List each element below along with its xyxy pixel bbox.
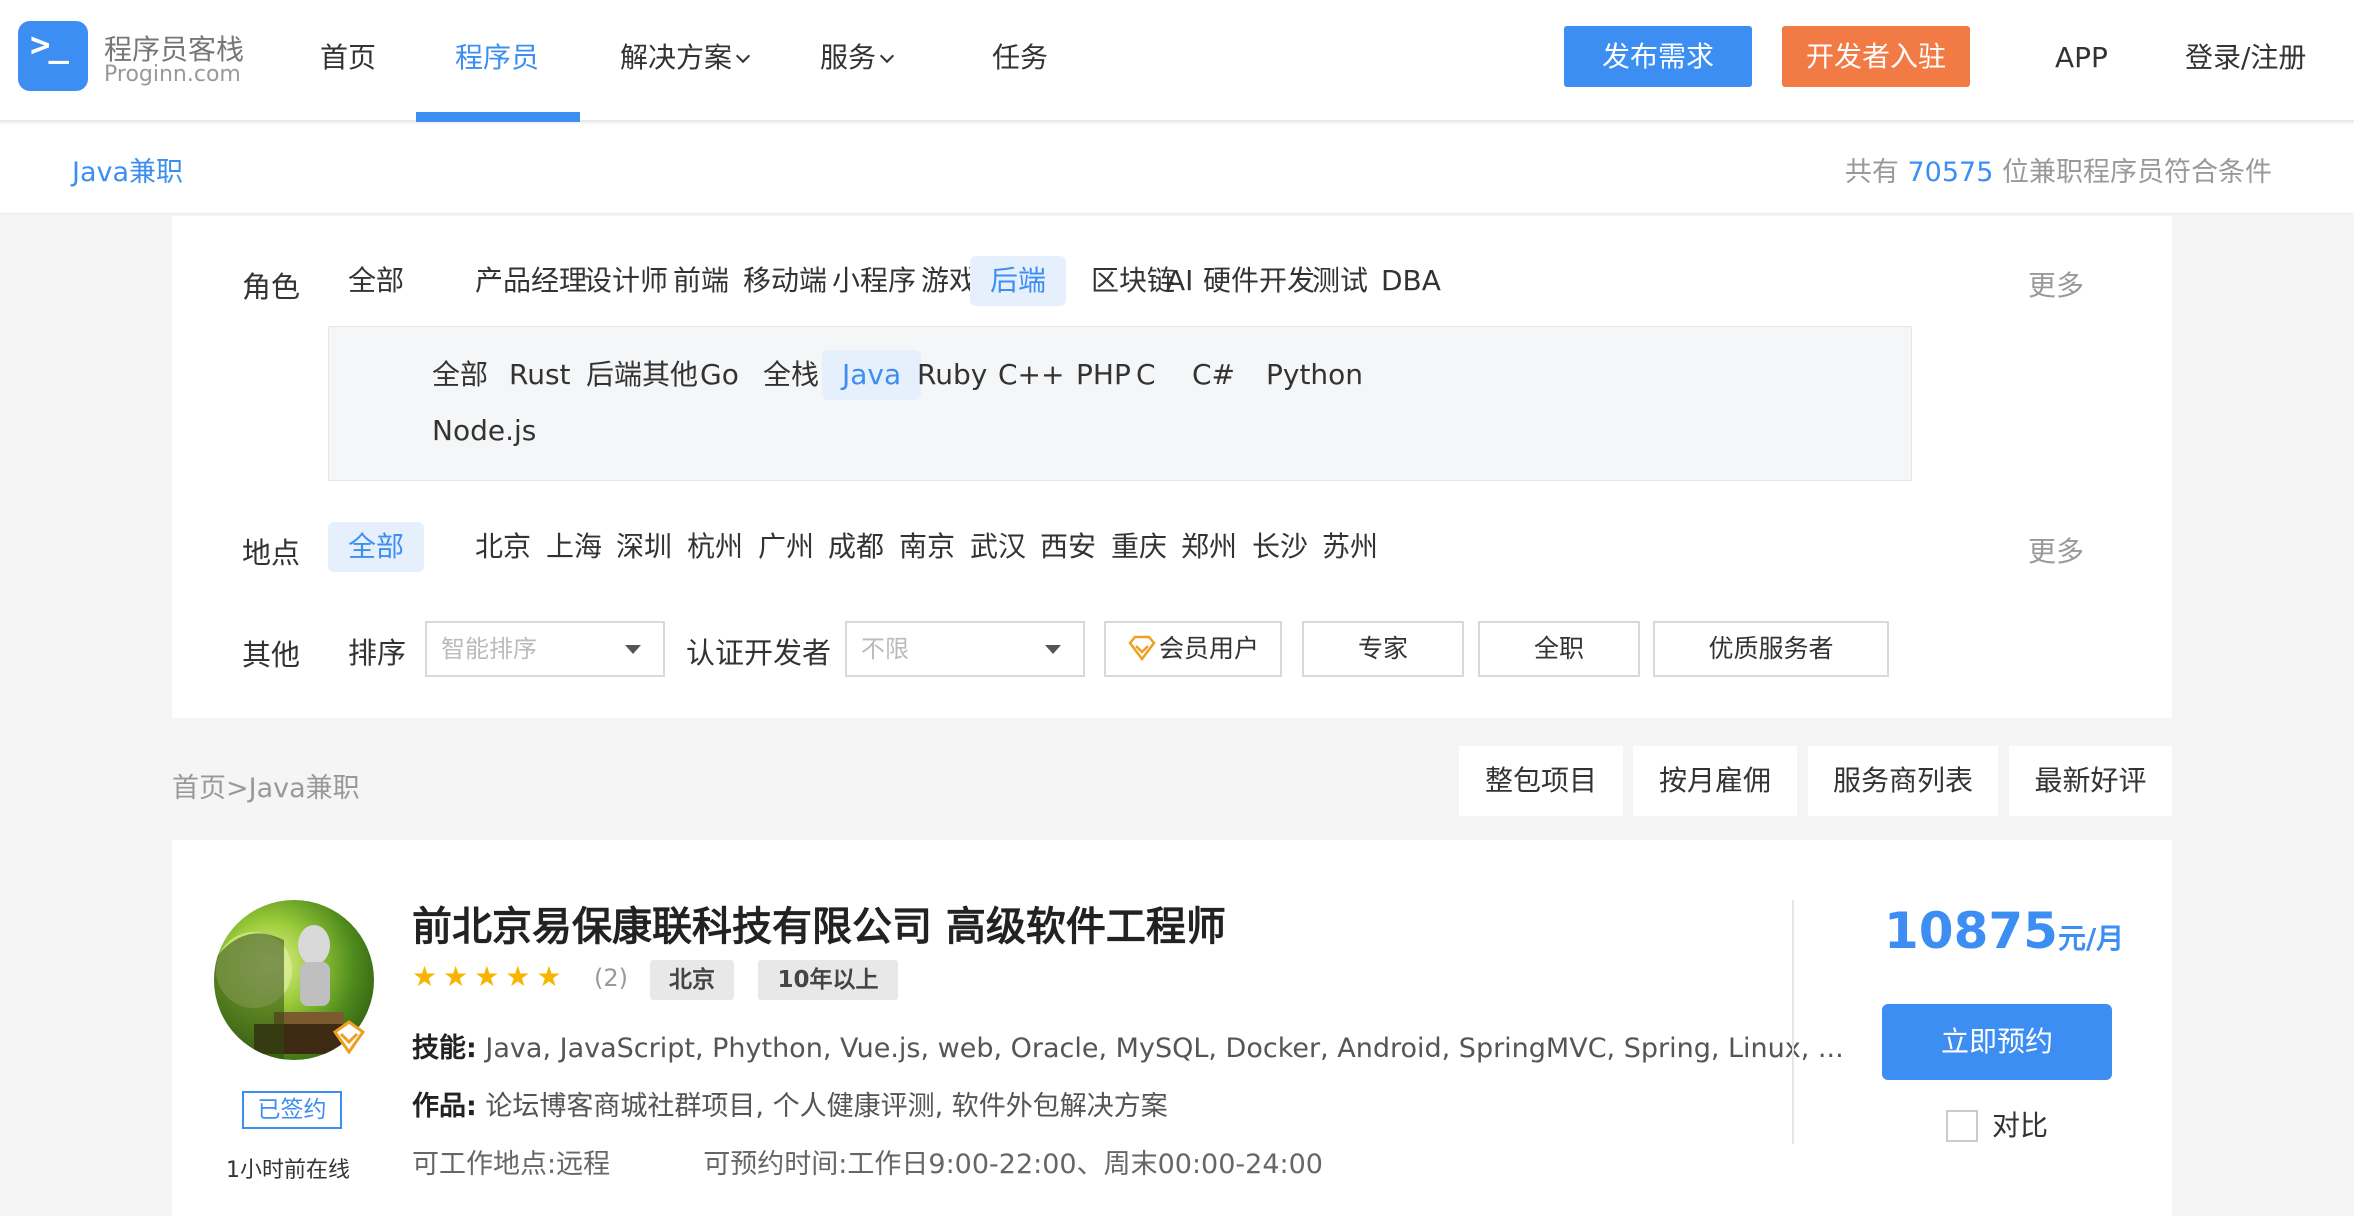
expert-toggle[interactable]: 专家: [1302, 621, 1464, 677]
location-more-link[interactable]: 更多: [2028, 530, 2084, 570]
cert-label: 认证开发者: [686, 636, 832, 670]
works-line: 作品: 论坛博客商城社群项目, 个人健康评测, 软件外包解决方案: [412, 1084, 1168, 1123]
work-location-label: 可工作地点:: [412, 1149, 557, 1180]
location-chip-0[interactable]: 全部: [328, 522, 425, 572]
breadcrumb-home[interactable]: 首页: [172, 773, 226, 804]
work-location-value: 远程: [556, 1149, 611, 1180]
verified-badge-icon: [332, 1020, 366, 1054]
logo-icon[interactable]: >_: [18, 21, 88, 91]
booking-time-value: 工作日9:00-22:00、周末00:00-24:00: [847, 1149, 1323, 1180]
breadcrumb: 首页>Java兼职: [172, 766, 360, 805]
nav-services[interactable]: 服务: [820, 40, 895, 76]
card-divider: [1792, 900, 1794, 1144]
role-chip-0[interactable]: 全部: [328, 256, 424, 306]
member-user-label: 会员用户: [1158, 634, 1259, 663]
online-status: 1小时前在线: [226, 1158, 350, 1183]
rating-count: (2): [594, 964, 628, 992]
booking-time-label: 可预约时间:: [703, 1149, 848, 1180]
result-count: 共有 70575 位兼职程序员符合条件: [1845, 150, 2272, 189]
caret-down-icon: [1045, 645, 1061, 654]
compare-checkbox[interactable]: [1946, 1110, 1978, 1142]
sub-role-chip-9[interactable]: C: [1116, 350, 1176, 400]
page-title: Java兼职: [72, 157, 184, 188]
cert-select[interactable]: 不限: [845, 621, 1085, 677]
other-filter-label: 其他: [242, 638, 301, 672]
developer-card: 已签约 1小时前在线 前北京易保康联科技有限公司 高级软件工程师 ★★★★★ (…: [172, 840, 2172, 1216]
tab-latest-reviews[interactable]: 最新好评: [2009, 746, 2172, 816]
caret-down-icon: [625, 645, 641, 654]
filter-panel: 角色 全部 产品经理 设计师 前端 移动端 小程序 游戏 后端 区块链 AI 硬件开发 测试 DBA 更…: [172, 216, 2172, 718]
publish-request-button[interactable]: 发布需求: [1564, 26, 1752, 87]
breadcrumb-current[interactable]: Java兼职: [249, 773, 360, 804]
developer-title[interactable]: 前北京易保康联科技有限公司 高级软件工程师: [412, 894, 1226, 952]
member-user-toggle[interactable]: 会员用户: [1104, 621, 1282, 677]
skills-value: Java, JavaScript, Phython, Vue.js, web, …: [485, 1033, 1844, 1064]
nav-tasks[interactable]: 任务: [992, 40, 1048, 76]
price-unit: 元/月: [2057, 922, 2125, 955]
nav-services-label: 服务: [820, 41, 877, 74]
developer-join-button[interactable]: 开发者入驻: [1782, 26, 1970, 87]
role-more-link[interactable]: 更多: [2028, 264, 2084, 304]
tab-package-projects[interactable]: 整包项目: [1459, 746, 1623, 816]
fulltime-toggle[interactable]: 全职: [1478, 621, 1640, 677]
nav-solutions-label: 解决方案: [620, 41, 733, 74]
availability-line: 可工作地点:远程 可预约时间:工作日9:00-22:00、周末00:00-24:…: [412, 1142, 1323, 1181]
nav-home[interactable]: 首页: [320, 40, 376, 76]
sort-label: 排序: [348, 636, 407, 670]
location-filter-label: 地点: [242, 536, 301, 570]
sort-select[interactable]: 智能排序: [425, 621, 665, 677]
logo-mark: >_: [30, 25, 69, 65]
role-filter-label: 角色: [242, 270, 301, 304]
logo-domain[interactable]: Proginn.com: [104, 62, 241, 87]
count-prefix: 共有: [1844, 157, 1899, 188]
compare-label[interactable]: 对比: [1992, 1110, 2048, 1142]
top-header: >_ 程序员客栈 Proginn.com 首页 程序员 解决方案 服务 任务 发…: [0, 0, 2354, 122]
rating-stars: ★★★★★: [412, 962, 574, 992]
cert-select-value: 不限: [861, 635, 909, 663]
role-chip-12[interactable]: DBA: [1361, 256, 1461, 306]
quality-provider-toggle[interactable]: 优质服务者: [1653, 621, 1889, 677]
count-suffix: 位兼职程序员符合条件: [2002, 157, 2272, 188]
tab-provider-list[interactable]: 服务商列表: [1808, 746, 1998, 816]
experience-tag: 10年以上: [758, 960, 898, 1000]
city-tag: 北京: [650, 960, 734, 1000]
star-icons: ★★★★★: [412, 960, 568, 993]
works-value: 论坛博客商城社群项目, 个人健康评测, 软件外包解决方案: [485, 1091, 1168, 1122]
sort-select-value: 智能排序: [441, 635, 537, 663]
app-link[interactable]: APP: [2055, 40, 2108, 76]
page-subheader: Java兼职 共有 70575 位兼职程序员符合条件: [0, 124, 2354, 214]
skills-label: 技能:: [412, 1033, 477, 1064]
breadcrumb-separator: >: [226, 773, 249, 804]
nav-active-indicator: [416, 112, 580, 122]
count-number: 70575: [1907, 157, 1994, 188]
sub-role-chip-11[interactable]: Python: [1246, 350, 1383, 400]
book-now-button[interactable]: 立即预约: [1882, 1004, 2112, 1080]
diamond-icon: [1128, 635, 1156, 662]
signed-badge: 已签约: [242, 1091, 342, 1129]
price-amount: 10875: [1884, 902, 2058, 960]
role-chip-7[interactable]: 后端: [970, 256, 1067, 306]
sub-role-chip-12[interactable]: Node.js: [412, 406, 556, 456]
sub-role-chip-10[interactable]: C#: [1172, 350, 1255, 400]
skills-line: 技能: Java, JavaScript, Phython, Vue.js, w…: [412, 1026, 1844, 1065]
price: 10875元/月: [1884, 902, 2124, 960]
login-register-link[interactable]: 登录/注册: [2185, 40, 2306, 76]
chevron-down-icon: [879, 48, 895, 64]
nav-programmers[interactable]: 程序员: [455, 40, 539, 76]
chevron-down-icon: [735, 48, 751, 64]
works-label: 作品:: [412, 1091, 477, 1122]
location-chip-13[interactable]: 苏州: [1302, 522, 1398, 572]
tab-monthly-hire[interactable]: 按月雇佣: [1633, 746, 1797, 816]
nav-solutions[interactable]: 解决方案: [620, 40, 751, 76]
